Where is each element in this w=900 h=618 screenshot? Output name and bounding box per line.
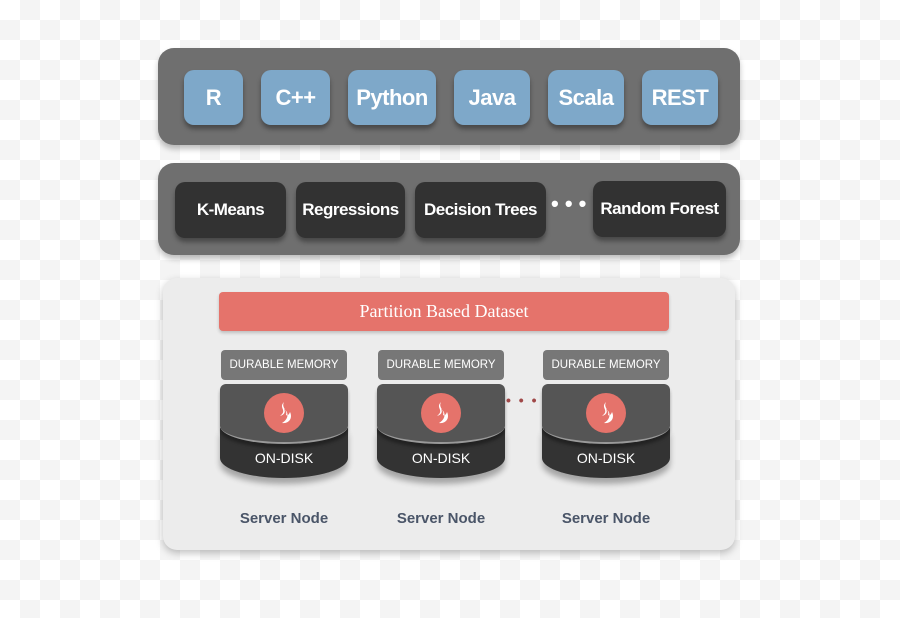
language-rest: REST	[642, 70, 718, 125]
server-node: ON-DISK DURABLE MEMORY Server Node	[542, 350, 670, 530]
algorithm-regressions: Regressions	[296, 182, 405, 238]
language-scala: Scala	[548, 70, 624, 125]
language-python: Python	[348, 70, 436, 125]
on-disk-label: ON-DISK	[411, 450, 471, 466]
memory-layer	[377, 384, 505, 444]
on-disk-label: ON-DISK	[576, 450, 636, 466]
language-cpp: C++	[261, 70, 330, 125]
server-node-label: Server Node	[239, 510, 329, 527]
server-node: ON-DISK DURABLE MEMORY Server Node	[377, 350, 505, 530]
flame-icon	[264, 393, 304, 433]
storage-panel: Partition Based Dataset ON-DISK DURABLE …	[163, 278, 735, 550]
algorithm-random-forest: Random Forest	[593, 181, 726, 237]
memory-layer	[542, 384, 670, 444]
server-node-label: Server Node	[561, 510, 651, 527]
memory-layer	[220, 384, 348, 444]
ellipsis: • • •	[551, 191, 587, 216]
on-disk-label: ON-DISK	[254, 450, 314, 466]
flame-icon	[586, 393, 626, 433]
durable-memory-label: DURABLE MEMORY	[543, 350, 669, 380]
partition-dataset-bar: Partition Based Dataset	[219, 292, 669, 331]
durable-memory-label: DURABLE MEMORY	[378, 350, 504, 380]
algorithm-decision-trees: Decision Trees	[415, 182, 546, 238]
language-java: Java	[454, 70, 530, 125]
algorithm-kmeans: K-Means	[175, 182, 286, 238]
languages-panel: R C++ Python Java Scala REST	[158, 48, 740, 145]
language-r: R	[184, 70, 243, 125]
node-ellipsis: • • •	[506, 392, 539, 408]
server-node-label: Server Node	[396, 510, 486, 527]
flame-icon	[421, 393, 461, 433]
algorithms-panel: K-Means Regressions Decision Trees • • •…	[158, 163, 740, 255]
durable-memory-label: DURABLE MEMORY	[221, 350, 347, 380]
server-node: ON-DISK DURABLE MEMORY Server Node	[220, 350, 348, 530]
